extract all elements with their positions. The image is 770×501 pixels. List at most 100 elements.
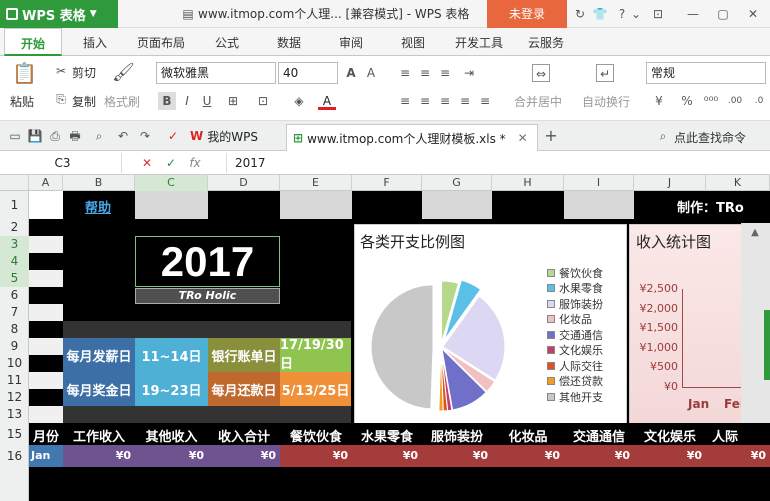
amount-cell[interactable]: ¥0 xyxy=(63,445,135,467)
column-header[interactable]: F xyxy=(352,175,422,191)
align-right-icon[interactable]: ≡ xyxy=(436,92,454,110)
percent-icon[interactable]: % xyxy=(678,92,696,110)
command-search[interactable]: 点此查找命令 xyxy=(674,129,746,146)
currency-icon[interactable]: ¥ xyxy=(650,92,668,110)
column-header[interactable]: I xyxy=(564,175,634,191)
cut-button[interactable]: 剪切 xyxy=(72,64,96,81)
expense-pie-chart[interactable]: 各类开支比例图 餐饮伙食 水果零食 服饰装扮 化妆品 交通通信 文化娱乐 人际交往 偿还贷款其… xyxy=(354,224,627,435)
save-icon[interactable]: 💾 xyxy=(26,127,44,145)
merge-center-icon[interactable]: ⇔ xyxy=(532,64,550,82)
align-center-icon[interactable]: ≡ xyxy=(416,92,434,110)
bonus-day-value[interactable]: 19~23日 xyxy=(135,372,208,406)
decrease-font-icon[interactable]: A xyxy=(362,64,380,82)
wrap-text-button[interactable]: 自动换行 xyxy=(582,93,630,110)
row-header[interactable]: 9 xyxy=(0,338,29,355)
row-header[interactable]: 10 xyxy=(0,355,29,372)
side-panel-handle[interactable] xyxy=(764,310,770,380)
comma-icon[interactable]: ⁰⁰⁰ xyxy=(702,92,720,110)
border-icon[interactable]: ⊞ xyxy=(224,92,242,110)
row-header[interactable]: 12 xyxy=(0,389,29,406)
column-header[interactable]: C xyxy=(135,175,208,191)
app-menu-button[interactable]: WPS 表格 ▼ xyxy=(0,0,118,28)
refresh-icon[interactable]: ↻ xyxy=(572,6,588,22)
cell[interactable] xyxy=(29,191,63,219)
amount-cell[interactable]: ¥0 xyxy=(352,445,422,467)
chevron-down-icon[interactable]: ⌄ xyxy=(628,6,644,22)
column-header[interactable]: D xyxy=(208,175,280,191)
column-header[interactable]: J xyxy=(634,175,706,191)
cell[interactable] xyxy=(280,191,352,219)
tab-formula[interactable]: 公式 xyxy=(204,28,250,56)
minimize-icon[interactable]: — xyxy=(685,6,701,22)
cancel-icon[interactable]: ✕ xyxy=(138,154,156,172)
cell[interactable] xyxy=(29,372,63,389)
amount-cell[interactable]: ¥0 xyxy=(706,445,770,467)
bill-day-value[interactable]: 17/19/30日 xyxy=(280,338,351,372)
column-header[interactable]: G xyxy=(422,175,492,191)
amount-cell[interactable]: ¥0 xyxy=(422,445,492,467)
payday-value[interactable]: 11~14日 xyxy=(135,338,208,372)
cell[interactable] xyxy=(422,191,492,219)
year-cell[interactable]: 2017 xyxy=(135,236,280,287)
pin-icon[interactable]: ✓ xyxy=(164,127,182,145)
tab-cloud[interactable]: 云服务 xyxy=(520,28,572,56)
confirm-icon[interactable]: ✓ xyxy=(162,154,180,172)
row-header[interactable]: 6 xyxy=(0,287,29,304)
tab-page-layout[interactable]: 页面布局 xyxy=(130,28,192,56)
row-header[interactable]: 2 xyxy=(0,219,29,236)
paste-icon[interactable]: 📋 xyxy=(12,63,37,83)
format-painter-icon[interactable]: 🖌 xyxy=(112,64,135,82)
fill-color-icon[interactable]: ◈ xyxy=(290,92,308,110)
formula-input[interactable]: 2017 xyxy=(226,153,766,173)
new-file-icon[interactable]: ▭ xyxy=(6,127,24,145)
increase-decimal-icon[interactable]: .00 xyxy=(726,92,744,110)
amount-cell[interactable]: ¥0 xyxy=(208,445,280,467)
row-header[interactable]: 13 xyxy=(0,406,29,423)
font-color-icon[interactable]: A xyxy=(318,92,336,110)
align-bottom-icon[interactable]: ≡ xyxy=(436,64,454,82)
redo-icon[interactable]: ↷ xyxy=(136,127,154,145)
print-icon[interactable]: 🖶 xyxy=(66,127,84,145)
pie-slice[interactable] xyxy=(370,284,434,410)
amount-cell[interactable]: ¥0 xyxy=(135,445,208,467)
add-tab-icon[interactable]: + xyxy=(542,127,560,145)
font-name-select[interactable]: 微软雅黑 xyxy=(156,62,276,84)
cell[interactable] xyxy=(29,304,63,321)
row-header[interactable]: 4 xyxy=(0,253,29,270)
cell[interactable] xyxy=(29,338,63,355)
close-icon[interactable]: ✕ xyxy=(745,6,761,22)
copy-button[interactable]: 复制 xyxy=(72,93,96,110)
indent-icon[interactable]: ⇥ xyxy=(460,64,478,82)
decrease-decimal-icon[interactable]: .0 xyxy=(750,92,768,110)
scissors-icon[interactable]: ✂ xyxy=(52,62,70,80)
tab-view[interactable]: 视图 xyxy=(390,28,436,56)
scroll-up-icon[interactable]: ▲ xyxy=(745,227,765,239)
close-tab-icon[interactable]: ✕ xyxy=(518,131,528,145)
column-header[interactable]: E xyxy=(280,175,352,191)
align-left-icon[interactable]: ≡ xyxy=(396,92,414,110)
amount-cell[interactable]: ¥0 xyxy=(492,445,564,467)
amount-cell[interactable]: ¥0 xyxy=(280,445,352,467)
wrap-text-icon[interactable]: ↵ xyxy=(596,64,614,82)
merge-cells-icon[interactable]: ⊡ xyxy=(254,92,272,110)
restore-window-icon[interactable]: ⊡ xyxy=(650,6,666,22)
merge-center-button[interactable]: 合并居中 xyxy=(514,93,562,110)
copy-icon[interactable]: ⎘ xyxy=(52,90,70,108)
row-header[interactable]: 1 xyxy=(0,191,29,219)
tab-home[interactable]: 开始 xyxy=(4,28,62,56)
cell[interactable] xyxy=(135,191,208,219)
number-format-select[interactable]: 常规 xyxy=(646,62,766,84)
row-header[interactable]: 15 xyxy=(0,423,29,445)
paste-button[interactable]: 粘贴 xyxy=(10,93,34,110)
align-top-icon[interactable]: ≡ xyxy=(396,64,414,82)
amount-cell[interactable]: ¥0 xyxy=(564,445,634,467)
column-header[interactable]: B xyxy=(63,175,135,191)
preview-icon[interactable]: ⌕ xyxy=(90,127,108,145)
column-header[interactable]: K xyxy=(706,175,770,191)
name-box[interactable]: C3 xyxy=(4,153,122,173)
row-header[interactable]: 16 xyxy=(0,445,29,467)
increase-font-icon[interactable]: A xyxy=(342,64,360,82)
underline-button[interactable]: U xyxy=(198,92,216,110)
column-header[interactable]: H xyxy=(492,175,564,191)
italic-button[interactable]: I xyxy=(178,92,196,110)
